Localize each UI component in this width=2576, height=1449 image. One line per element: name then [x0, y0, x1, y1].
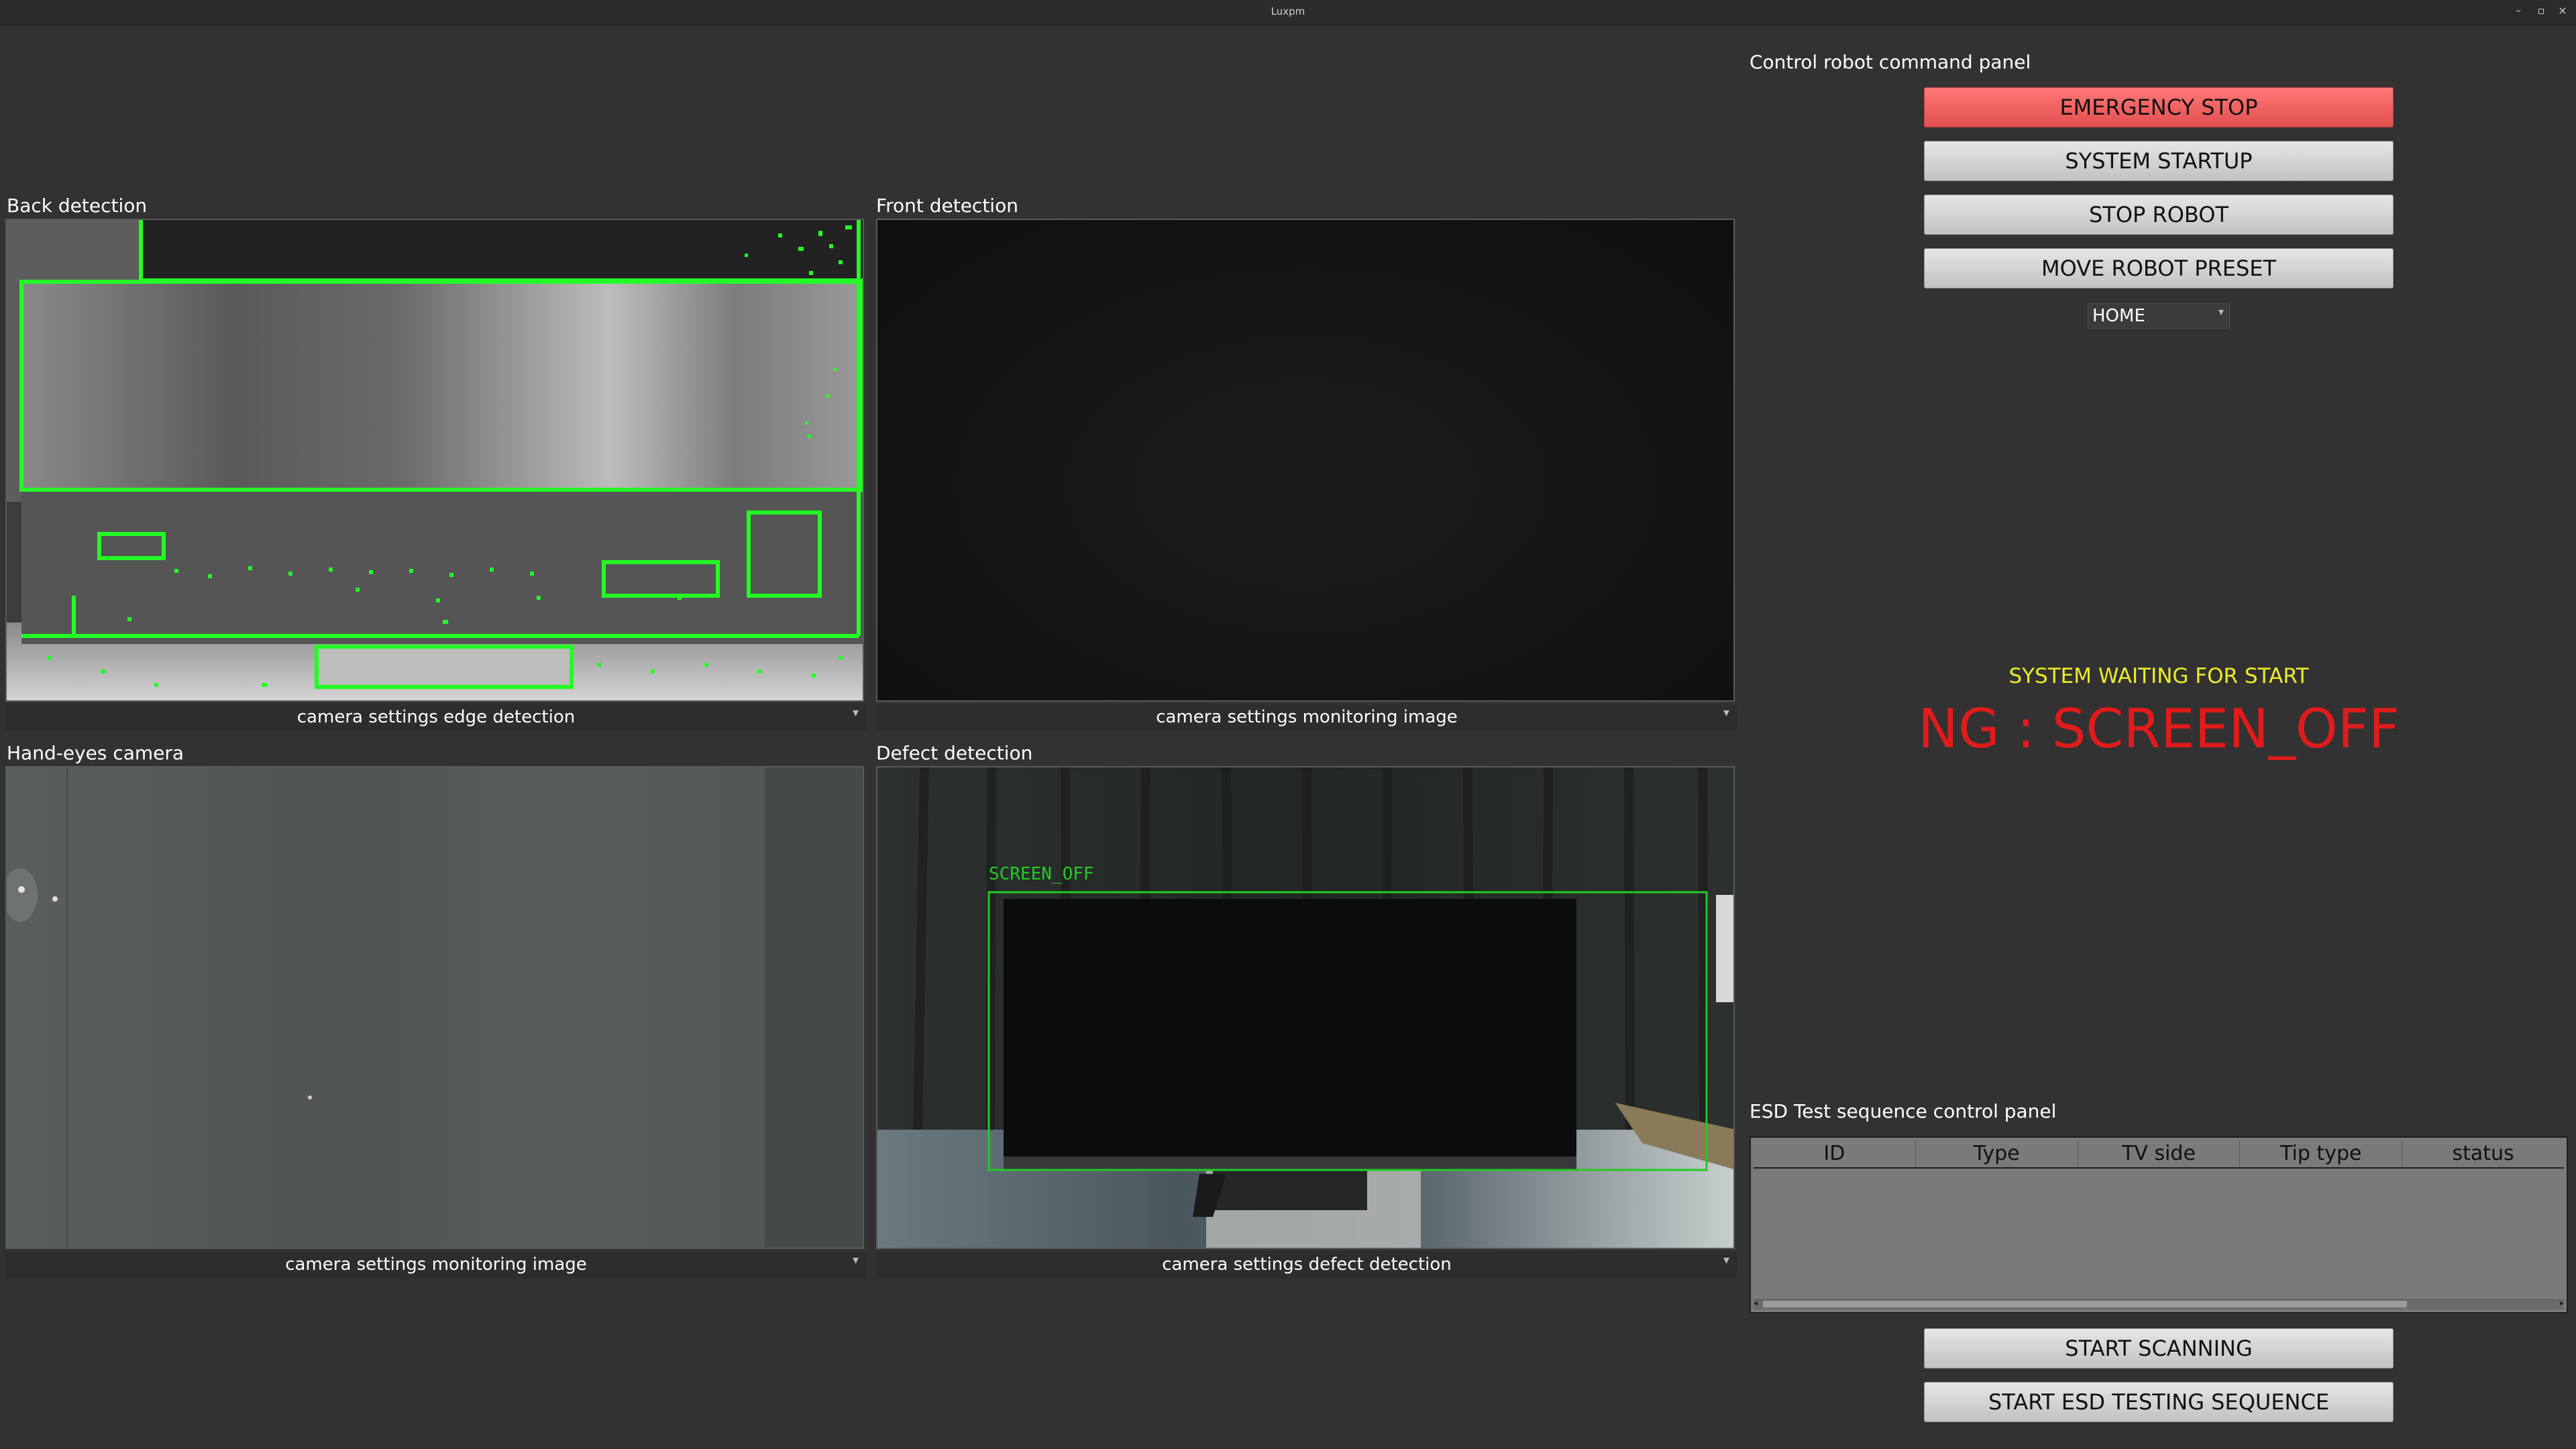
- chevron-down-icon: ▾: [2218, 305, 2224, 318]
- column-header-tip-type[interactable]: Tip type: [2240, 1140, 2403, 1167]
- esd-sequence-table[interactable]: ID Type TV side Tip type status ◂ ▸: [1750, 1136, 2568, 1313]
- defect-overlay-label: SCREEN_OFF: [989, 864, 1094, 884]
- chevron-down-icon: ▾: [852, 706, 859, 720]
- system-startup-button[interactable]: SYSTEM STARTUP: [1924, 141, 2394, 181]
- front-camera-settings-value: camera settings monitoring image: [1156, 707, 1458, 727]
- hand-eyes-image: [7, 767, 863, 1248]
- defect-detection-image: [877, 767, 1733, 1248]
- column-header-type[interactable]: Type: [1916, 1140, 2078, 1167]
- close-icon[interactable]: ×: [2555, 4, 2571, 17]
- system-status-message: SYSTEM WAITING FOR START: [2008, 664, 2309, 688]
- emergency-stop-button[interactable]: EMERGENCY STOP: [1924, 87, 2394, 127]
- start-scanning-button[interactable]: START SCANNING: [1924, 1328, 2394, 1368]
- window-titlebar: Luxpm – ▫ ×: [0, 0, 2576, 25]
- table-horizontal-scrollbar[interactable]: ◂ ▸: [1754, 1298, 2564, 1309]
- defect-camera-settings-value: camera settings defect detection: [1162, 1254, 1452, 1275]
- chevron-down-icon: ▾: [1723, 1253, 1729, 1267]
- front-camera-settings-select[interactable]: camera settings monitoring image ▾: [876, 704, 1737, 731]
- inspection-result: NG : SCREEN_OFF: [1918, 698, 2400, 760]
- maximize-icon[interactable]: ▫: [2533, 4, 2549, 17]
- start-esd-testing-button[interactable]: START ESD TESTING SEQUENCE: [1924, 1382, 2394, 1422]
- front-detection-label: Front detection: [876, 195, 1018, 217]
- handeye-camera-settings-value: camera settings monitoring image: [285, 1254, 587, 1275]
- column-header-tv-side[interactable]: TV side: [2078, 1140, 2241, 1167]
- back-detection-label: Back detection: [7, 195, 148, 217]
- window-title: Luxpm: [1271, 5, 1305, 17]
- stop-robot-button[interactable]: STOP ROBOT: [1924, 195, 2394, 235]
- move-robot-preset-button[interactable]: MOVE ROBOT PRESET: [1924, 248, 2394, 288]
- back-detection-view: [5, 219, 864, 702]
- minimize-icon[interactable]: –: [2510, 4, 2526, 17]
- back-detection-image: [7, 220, 863, 700]
- column-header-status[interactable]: status: [2402, 1140, 2564, 1167]
- handeye-camera-settings-select[interactable]: camera settings monitoring image ▾: [5, 1252, 867, 1279]
- esd-panel-title: ESD Test sequence control panel: [1750, 1100, 2057, 1122]
- scroll-left-icon[interactable]: ◂: [1754, 1298, 1758, 1307]
- defect-detection-view: SCREEN_OFF: [876, 766, 1735, 1249]
- chevron-down-icon: ▾: [852, 1253, 859, 1267]
- control-panel-title: Control robot command panel: [1750, 51, 2031, 73]
- back-camera-settings-value: camera settings edge detection: [297, 707, 576, 727]
- esd-table-header: ID Type TV side Tip type status: [1754, 1140, 2564, 1169]
- scroll-right-icon[interactable]: ▸: [2560, 1298, 2564, 1307]
- robot-preset-select[interactable]: HOME ▾: [2088, 303, 2230, 329]
- defect-camera-settings-select[interactable]: camera settings defect detection ▾: [876, 1252, 1737, 1279]
- hand-eyes-camera-view: [5, 766, 864, 1249]
- chevron-down-icon: ▾: [1723, 706, 1729, 720]
- scrollbar-handle[interactable]: [1763, 1301, 2407, 1307]
- front-detection-view: [876, 219, 1735, 702]
- defect-detection-label: Defect detection: [876, 742, 1033, 764]
- hand-eyes-camera-label: Hand-eyes camera: [7, 742, 184, 764]
- column-header-id[interactable]: ID: [1754, 1140, 1916, 1167]
- robot-preset-value: HOME: [2092, 306, 2145, 326]
- back-camera-settings-select[interactable]: camera settings edge detection ▾: [5, 704, 867, 731]
